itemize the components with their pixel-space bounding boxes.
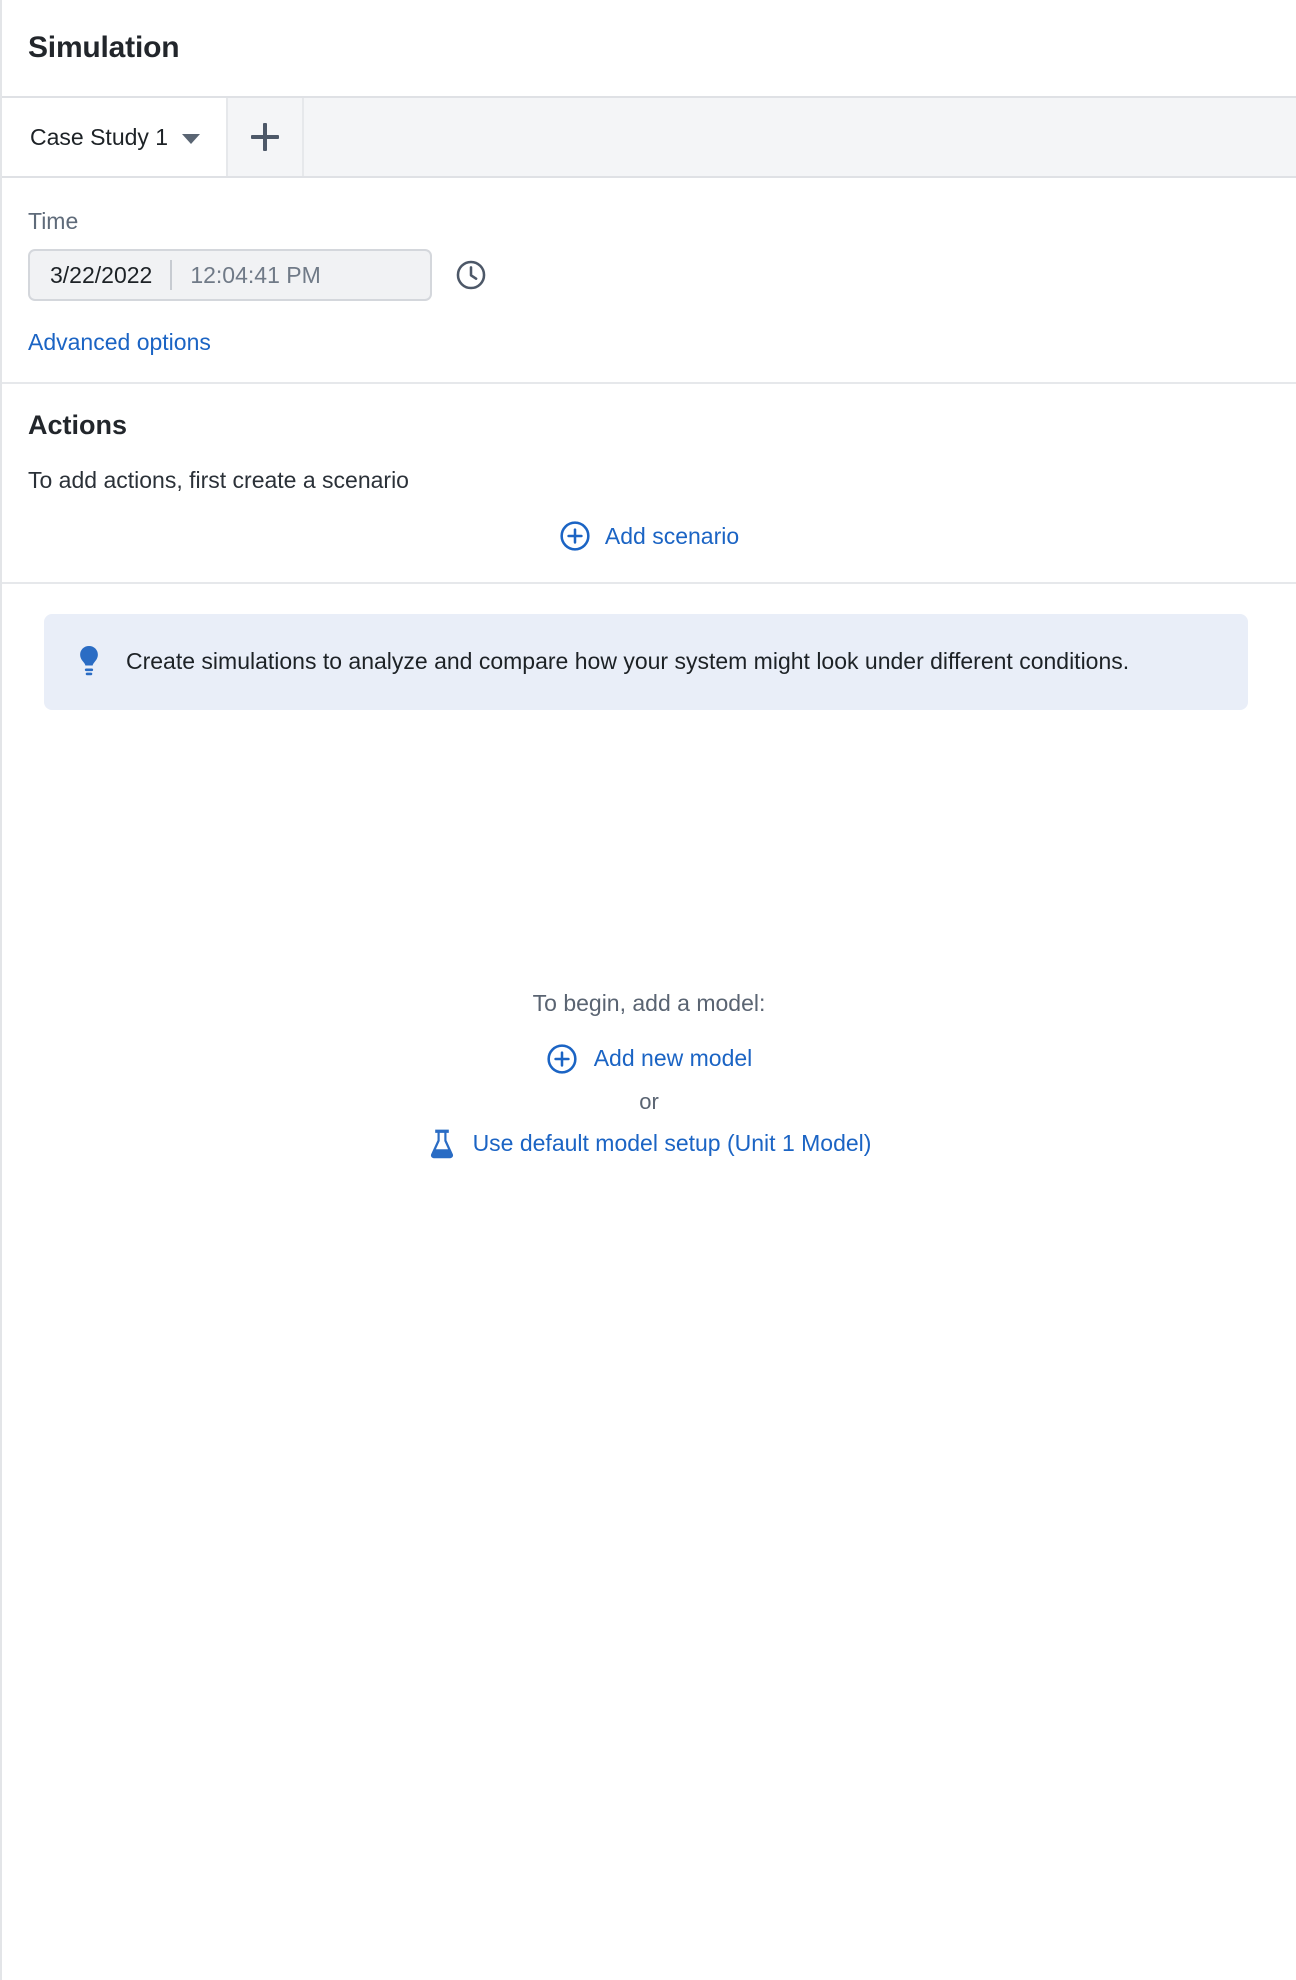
circle-plus-icon [559, 520, 591, 552]
date-value[interactable]: 3/22/2022 [50, 262, 170, 289]
time-label: Time [28, 208, 79, 234]
empty-state-prompt: To begin, add a model: [532, 989, 766, 1016]
tip-banner-text: Create simulations to analyze and compar… [126, 648, 1130, 674]
circle-plus-icon [546, 1043, 578, 1075]
page-title: Simulation [28, 31, 180, 64]
clock-icon[interactable] [454, 258, 488, 292]
add-scenario-label: Add scenario [604, 522, 740, 549]
add-new-model-label: Add new model [593, 1045, 753, 1071]
add-tab-button[interactable] [228, 98, 305, 176]
time-value[interactable]: 12:04:41 PM [172, 262, 320, 289]
panel-header: Simulation [2, 0, 1296, 98]
add-scenario-button[interactable]: Add scenario [28, 520, 1270, 552]
tab-bar: Case Study 1 [2, 98, 1296, 178]
use-default-model-button[interactable]: Use default model setup (Unit 1 Model) [427, 1127, 872, 1161]
simulation-panel: Simulation Case Study 1 Time 3/22/2022 1… [0, 0, 1296, 1980]
plus-icon [251, 123, 280, 151]
lightbulb-icon [74, 640, 104, 678]
chevron-down-icon[interactable] [182, 133, 201, 144]
add-new-model-button[interactable]: Add new model [546, 1043, 753, 1075]
empty-state-or: or [639, 1088, 659, 1114]
use-default-model-label: Use default model setup (Unit 1 Model) [472, 1130, 872, 1156]
datetime-input[interactable]: 3/22/2022 12:04:41 PM [28, 249, 432, 301]
flask-icon [427, 1127, 457, 1161]
tab-label: Case Study 1 [30, 123, 169, 150]
actions-empty-text: To add actions, first create a scenario [28, 467, 409, 493]
actions-heading: Actions [28, 410, 128, 440]
model-empty-state: To begin, add a model: Add new model or … [2, 710, 1296, 1980]
time-section: Time 3/22/2022 12:04:41 PM Advanced opti… [2, 178, 1296, 384]
time-row: 3/22/2022 12:04:41 PM [28, 249, 1270, 301]
actions-section: Actions To add actions, first create a s… [2, 384, 1296, 584]
tab-case-study-1[interactable]: Case Study 1 [2, 98, 229, 176]
advanced-options-link[interactable]: Advanced options [28, 329, 211, 356]
tip-banner: Create simulations to analyze and compar… [44, 614, 1248, 710]
tip-banner-wrap: Create simulations to analyze and compar… [2, 584, 1296, 710]
